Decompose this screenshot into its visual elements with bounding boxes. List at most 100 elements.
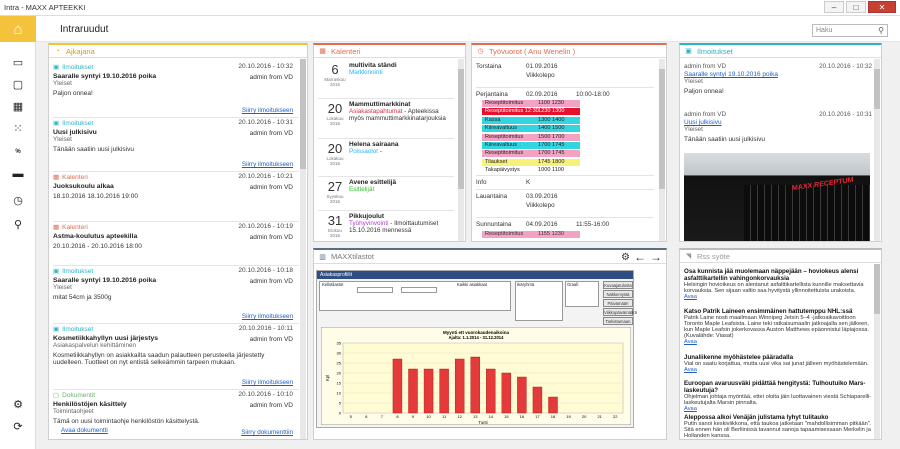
- shift-day-label: Lauantaina: [476, 193, 508, 200]
- view-button[interactable]: Näkkemystä: [603, 290, 633, 298]
- shift-task: Kiireavaltuus: [485, 142, 518, 148]
- shop-icon[interactable]: ▬: [10, 166, 26, 182]
- arrow-left-icon[interactable]: ←: [634, 250, 646, 264]
- home-icon[interactable]: ⌂: [0, 16, 36, 42]
- settings-icon[interactable]: ⚙: [621, 252, 630, 263]
- shifts-scrollbar[interactable]: [659, 59, 665, 241]
- rss-item-link[interactable]: Avaa: [684, 406, 697, 412]
- announcement-item: admin from VD 20.10.2016 - 10:31 Uusi julk…: [684, 111, 872, 143]
- arrow-right-icon[interactable]: →: [650, 250, 662, 264]
- feed-item-date: 20.10.2016 - 10:21: [238, 173, 293, 180]
- feed-item-subtitle: Yleiset: [53, 80, 72, 87]
- page-title: Intraruudut: [60, 24, 109, 35]
- feed-item-category-label: Ilmoitukset: [62, 119, 94, 127]
- x-tick-label: 19: [566, 414, 571, 419]
- calendar-event-tag: Esittelijät: [349, 186, 375, 193]
- feed-item-link[interactable]: Siirry ilmoitukseen: [242, 379, 293, 386]
- x-tick-label: 16: [520, 414, 525, 419]
- feed-item-link[interactable]: Siirry ilmoitukseen: [242, 161, 293, 168]
- rss-item-body: Ohjelman johtaja myöntää, ettei oloita j…: [684, 394, 872, 406]
- search-icon[interactable]: ⚲: [878, 25, 884, 36]
- feed-item-link[interactable]: Siirry ilmoitukseen: [242, 107, 293, 114]
- weekday-button[interactable]: Viikkopäivämäärä: [603, 308, 637, 316]
- folder-icon[interactable]: ▢: [10, 76, 26, 92]
- shift-separator: [476, 189, 654, 190]
- search-input[interactable]: Haku ⚲: [812, 24, 888, 37]
- rss-item-link[interactable]: Avaa: [684, 294, 697, 300]
- dates-button[interactable]: Päivämääri: [603, 299, 633, 307]
- check-button[interactable]: Tarkistamaan: [603, 317, 633, 325]
- x-tick-label: 20: [582, 414, 587, 419]
- feed-panel: ◔ Ajkajana ▣ Ilmoitukset 20.10.2016 - 10:32…: [48, 43, 308, 440]
- calendar-icon[interactable]: ▦: [10, 98, 26, 114]
- calendar-icon: ▦: [53, 224, 60, 231]
- calendar-event-tag: Poissaolot: [349, 148, 379, 155]
- x-tick-label: 10: [426, 414, 431, 419]
- y-tick-label: 10: [337, 391, 342, 396]
- feed-item: ▣ Ilmoitukset 20.10.2016 - 10:11 Kosmetiikk…: [53, 325, 299, 386]
- statistics-app-title: Asiakasprofiilit: [317, 271, 633, 279]
- rss-item-link[interactable]: Avaa: [684, 367, 697, 373]
- shift-day-label: Info: [476, 179, 487, 186]
- sync-icon[interactable]: ⟳: [10, 418, 26, 434]
- shift-task: Kiireavaltuus: [485, 125, 518, 132]
- shift-time: 1155 1230: [538, 231, 565, 237]
- shift-day: Torstaina 01.09.2016 Viikkolepo: [476, 63, 656, 88]
- window-titlebar: Intra - MAXX APTEEKKI – □ ✕: [0, 0, 900, 16]
- shifts-panel-title: Työvuorot ( Anu Wenelin ): [489, 46, 576, 56]
- feed-item: ▦ Kalenteri 20.10.2016 - 10:21 Juoksukoulu …: [53, 173, 299, 200]
- date-to-input[interactable]: [401, 287, 437, 293]
- rss-item-title: Euroopan avaruusväki pidättää hengitystä…: [684, 380, 866, 394]
- chart-bar: [501, 372, 512, 414]
- shift-time: 1745 1800: [538, 158, 565, 165]
- y-axis-label: Kpl: [325, 375, 330, 381]
- announcement-title-link[interactable]: Uusi julkisivu: [684, 119, 872, 126]
- apps-icon[interactable]: ⁙: [10, 120, 26, 136]
- search-icon[interactable]: ⚲: [10, 216, 26, 232]
- shift-task: Reseptitoimitus: [485, 231, 524, 237]
- shift-day-date: 01.09.2016: [526, 63, 558, 70]
- feed-item-date: 20.10.2016 - 10:18: [238, 267, 293, 274]
- chart-bar: [392, 358, 403, 414]
- shift-day-date: 04.09.2016: [526, 221, 558, 228]
- announcement-title-link[interactable]: Saaralle syntyi 19.10.2016 poika: [684, 71, 872, 78]
- calendar-scrollbar[interactable]: [458, 59, 464, 241]
- shift-block: Tilaukset 1745 1800: [482, 158, 580, 166]
- announcements-panel: ▣ Ilmoitukset admin from VD 20.10.2016 - 1…: [679, 43, 882, 242]
- feed-item: ▦ Kalenteri 20.10.2016 - 10:19 Astma-koulut…: [53, 223, 299, 250]
- calendar-separator: [318, 176, 454, 177]
- feed-item-author: admin from VD: [249, 184, 293, 191]
- feed-item-link[interactable]: Siirry dokumenttiin: [241, 429, 293, 436]
- percent-off-icon[interactable]: %: [10, 144, 26, 160]
- shift-block: Kiireavaltuus 1400 1500: [482, 125, 580, 133]
- rss-item-link[interactable]: Avaa: [684, 439, 697, 440]
- rss-item: Junaliikenne myöhästelee pääradalla Vial …: [684, 354, 872, 373]
- rss-scrollbar[interactable]: [874, 264, 880, 439]
- sales-bar-chart: Myynti ett vuorokaudenaikoinaAjalta: 1.1…: [321, 327, 631, 425]
- clock-icon[interactable]: ◷: [10, 192, 26, 208]
- feed-item-author: admin from VD: [249, 234, 293, 241]
- shift-task: Reseptitoimitus: [485, 100, 524, 106]
- chart-bar: [439, 368, 449, 414]
- x-axis-label: Tunti: [478, 420, 487, 425]
- announcement-author: admin from VD: [684, 63, 726, 70]
- y-tick-label: 15: [337, 381, 342, 386]
- panel-icon[interactable]: ▭: [10, 54, 26, 70]
- feed-scrollbar[interactable]: [300, 59, 306, 439]
- announcement-body: Tänään saatiin uusi julkisivu: [684, 136, 765, 143]
- feed-panel-title: Ajkajana: [66, 46, 95, 56]
- minimize-button[interactable]: –: [824, 1, 844, 13]
- calendar-month: Syyskuu 2016: [326, 194, 344, 204]
- chart-print-button[interactable]: Kuvaajatulosta: [603, 281, 633, 289]
- announcements-scrollbar[interactable]: [874, 59, 880, 241]
- maximize-button[interactable]: □: [846, 1, 866, 13]
- chart-bar: [454, 358, 465, 414]
- date-from-input[interactable]: [357, 287, 393, 293]
- announcement-date: 20.10.2016 - 10:31: [819, 111, 872, 118]
- close-button[interactable]: ✕: [868, 1, 896, 13]
- feed-item-link[interactable]: Siirry ilmoitukseen: [242, 313, 293, 320]
- feed-item-date: 20.10.2016 - 10:11: [238, 325, 293, 332]
- settings-icon[interactable]: ⚙: [10, 396, 26, 412]
- calendar-icon: ▦: [319, 48, 326, 55]
- rss-item-link[interactable]: Avaa: [684, 339, 697, 345]
